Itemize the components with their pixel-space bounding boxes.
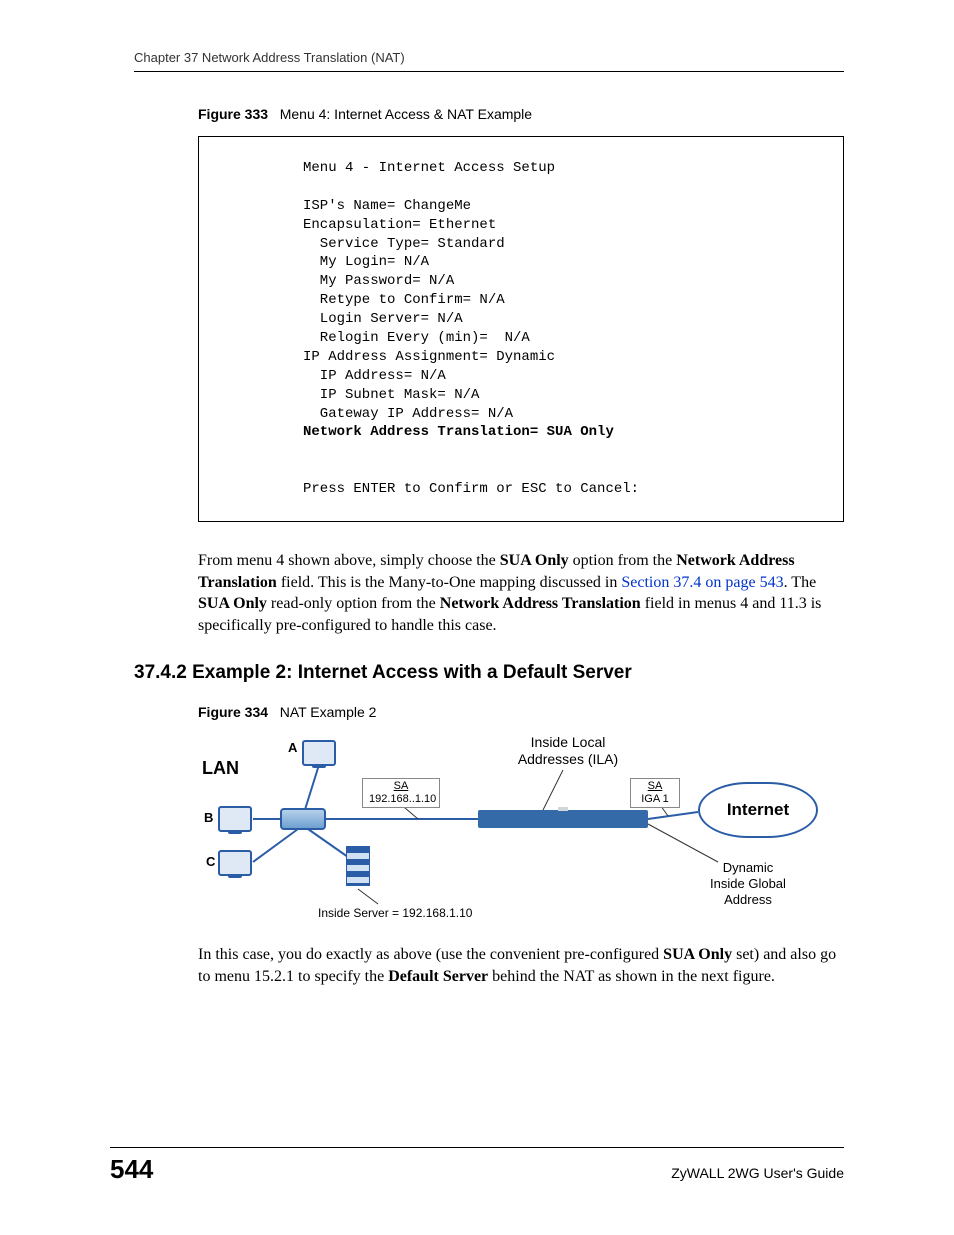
p1-bold1: SUA Only [500, 552, 569, 569]
sa1-ip: 192.168..1.10 [369, 793, 433, 805]
terminal-service: Service Type= Standard [303, 236, 505, 252]
figure-333-caption: Figure 333 Menu 4: Internet Access & NAT… [198, 106, 844, 122]
sa-ila-tag: SA 192.168..1.10 [362, 778, 440, 807]
p1-seg5: read-only option from the [267, 595, 440, 612]
header-rule [134, 71, 844, 72]
nat-example-2-diagram: LAN A B C Inside Local Addresses (ILA) S… [198, 734, 818, 934]
p2-bold2: Default Server [388, 968, 488, 985]
switch-icon [280, 808, 326, 830]
p1-seg1: From menu 4 shown above, simply choose t… [198, 552, 500, 569]
footer: 544 ZyWALL 2WG User's Guide [110, 1147, 844, 1185]
terminal-prompt: Press ENTER to Confirm or ESC to Cancel: [303, 481, 639, 497]
sa1-top: SA [369, 780, 433, 792]
terminal-login: My Login= N/A [303, 254, 429, 270]
terminal-ipassign: IP Address Assignment= Dynamic [303, 349, 555, 365]
computer-icon [218, 806, 252, 832]
terminal-title: Menu 4 - Internet Access Setup [303, 160, 555, 176]
host-a-label: A [288, 740, 297, 755]
internet-cloud-icon: Internet [698, 782, 818, 838]
host-b-label: B [204, 810, 213, 825]
page-number: 544 [110, 1154, 153, 1185]
paragraph-2: In this case, you do exactly as above (u… [198, 944, 844, 987]
p1-seg4: . The [784, 574, 817, 591]
terminal-subnet: IP Subnet Mask= N/A [303, 387, 479, 403]
computer-icon [218, 850, 252, 876]
dynamic-iga-label: Dynamic Inside Global Address [698, 860, 798, 907]
internet-label: Internet [727, 800, 789, 820]
terminal-relogin: Relogin Every (min)= N/A [303, 330, 530, 346]
p2-seg3: behind the NAT as shown in the next figu… [488, 968, 775, 985]
terminal-encap: Encapsulation= Ethernet [303, 217, 496, 233]
p2-bold1: SUA Only [663, 946, 732, 963]
host-c-label: C [206, 854, 215, 869]
p1-seg2: option from the [569, 552, 677, 569]
section-heading-37-4-2: 37.4.2 Example 2: Internet Access with a… [134, 662, 844, 684]
terminal-nat-line: Network Address Translation= SUA Only [303, 424, 614, 440]
terminal-ipaddr: IP Address= N/A [303, 368, 446, 384]
figure-334-label: Figure 334 [198, 704, 268, 720]
sa-iga-tag: SA IGA 1 [630, 778, 680, 807]
terminal-menu-4: Menu 4 - Internet Access Setup ISP's Nam… [198, 136, 844, 522]
figure-334-caption: Figure 334 NAT Example 2 [198, 704, 844, 720]
sa2-top: SA [637, 780, 673, 792]
server-icon [346, 846, 370, 886]
sa2-sub: IGA 1 [637, 793, 673, 805]
lan-label: LAN [202, 758, 239, 779]
figure-333-title: Menu 4: Internet Access & NAT Example [280, 106, 532, 122]
p1-link[interactable]: Section 37.4 on page 543 [621, 574, 783, 591]
paragraph-1: From menu 4 shown above, simply choose t… [198, 550, 844, 636]
terminal-gateway: Gateway IP Address= N/A [303, 406, 513, 422]
terminal-login-server: Login Server= N/A [303, 311, 463, 327]
router-icon [478, 810, 648, 828]
figure-333-label: Figure 333 [198, 106, 268, 122]
p2-seg1: In this case, you do exactly as above (u… [198, 946, 663, 963]
inside-server-label: Inside Server = 192.168.1.10 [318, 906, 472, 920]
guide-name: ZyWALL 2WG User's Guide [671, 1165, 844, 1181]
terminal-isp: ISP's Name= ChangeMe [303, 198, 471, 214]
ila-label: Inside Local Addresses (ILA) [503, 734, 633, 766]
figure-334-title: NAT Example 2 [280, 704, 377, 720]
p1-bold3: SUA Only [198, 595, 267, 612]
running-head: Chapter 37 Network Address Translation (… [134, 50, 844, 65]
terminal-password: My Password= N/A [303, 273, 454, 289]
p1-bold4: Network Address Translation [440, 595, 641, 612]
computer-icon [302, 740, 336, 766]
terminal-retype: Retype to Confirm= N/A [303, 292, 505, 308]
p1-seg3: field. This is the Many-to-One mapping d… [277, 574, 622, 591]
footer-rule [110, 1147, 844, 1148]
